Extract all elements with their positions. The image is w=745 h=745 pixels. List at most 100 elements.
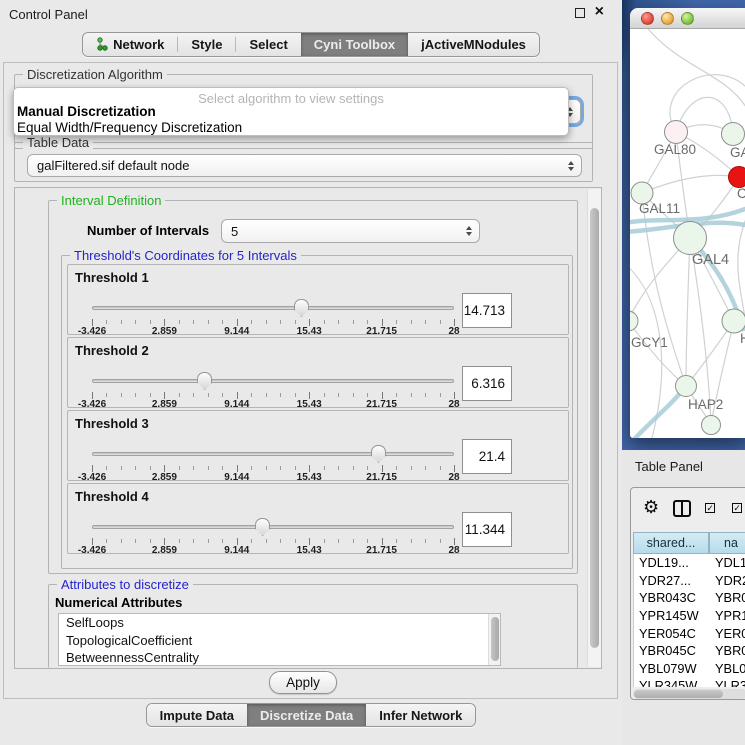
- slider-scale-labels: -3.4262.8599.14415.4321.71528: [92, 399, 454, 410]
- panel-title: Control Panel: [9, 7, 88, 22]
- vertical-scrollbar-thumb[interactable]: [590, 208, 599, 648]
- threshold-2-slider[interactable]: -3.4262.8599.14415.4321.71528: [92, 370, 454, 406]
- table-row[interactable]: YBL079WYBL0: [634, 660, 745, 678]
- desktop-background: GAL80 GA C GAL11 GAL4 GCY1 H HAP2 Table …: [622, 0, 745, 745]
- table-data-combo-value: galFiltered.sif default node: [37, 158, 189, 173]
- network-window-titlebar[interactable]: [630, 8, 745, 29]
- float-window-icon[interactable]: [575, 8, 585, 18]
- option-manual-discretization[interactable]: Manual Discretization: [17, 104, 156, 119]
- slider-thumb[interactable]: [371, 445, 386, 463]
- slider-scale-labels: -3.4262.8599.14415.4321.71528: [92, 472, 454, 483]
- node-gal80[interactable]: [665, 121, 688, 144]
- threshold-2-value[interactable]: 6.316: [462, 366, 512, 401]
- list-item-selfloops[interactable]: SelfLoops: [59, 614, 500, 632]
- table-data-title: Table Data: [23, 135, 93, 150]
- slider-track[interactable]: [92, 379, 454, 383]
- table-row[interactable]: YDL19...YDL1: [634, 554, 745, 572]
- node-selected-red[interactable]: [729, 167, 745, 188]
- threshold-2-block: Threshold 2 -3.4262.8599.14415.4321.7152…: [67, 337, 569, 408]
- column-split-icon[interactable]: [673, 500, 691, 517]
- table-row[interactable]: YER054CYER0: [634, 624, 745, 642]
- close-icon[interactable]: ×: [595, 7, 604, 17]
- tab-network[interactable]: Network: [83, 33, 177, 56]
- interval-definition-title: Interval Definition: [57, 193, 165, 208]
- tab-infer-network[interactable]: Infer Network: [366, 704, 475, 726]
- threshold-2-label: Threshold 2: [75, 343, 149, 358]
- gear-icon[interactable]: ⚙: [643, 499, 659, 517]
- tab-style[interactable]: Style: [178, 33, 235, 56]
- tab-discretize-data[interactable]: Discretize Data: [247, 704, 366, 726]
- table-row[interactable]: YBR045CYBR0: [634, 642, 745, 660]
- network-view-window: GAL80 GA C GAL11 GAL4 GCY1 H HAP2: [630, 8, 745, 438]
- threshold-1-value[interactable]: 14.713: [462, 293, 512, 328]
- column-header-shared-name[interactable]: shared...: [633, 532, 709, 554]
- node-bottom[interactable]: [702, 416, 721, 435]
- table-row[interactable]: YPR145WYPR1: [634, 607, 745, 625]
- node-gcy1[interactable]: [630, 311, 638, 331]
- threshold-3-label: Threshold 3: [75, 416, 149, 431]
- node-label: GAL11: [639, 201, 680, 216]
- slider-track[interactable]: [92, 525, 454, 529]
- checkbox-icon[interactable]: ✓: [732, 503, 742, 513]
- threshold-1-block: Threshold 1 -3.4262.8599.14415.4321.7152…: [67, 264, 569, 335]
- tab-cyni-toolbox[interactable]: Cyni Toolbox: [301, 33, 408, 56]
- attributes-group: Attributes to discretize Numerical Attri…: [48, 584, 578, 668]
- numerical-attributes-label: Numerical Attributes: [55, 595, 182, 610]
- threshold-4-slider[interactable]: -3.4262.8599.14415.4321.71528: [92, 516, 454, 552]
- slider-thumb[interactable]: [294, 299, 309, 317]
- node-gal4[interactable]: [674, 222, 707, 255]
- combo-stepper-icon: [466, 226, 472, 236]
- slider-scale-labels: -3.4262.8599.14415.4321.71528: [92, 545, 454, 556]
- zoom-traffic-light-icon[interactable]: [681, 12, 694, 25]
- tab-select[interactable]: Select: [236, 33, 300, 56]
- top-tab-bar: Network Style Select Cyni Toolbox jActiv…: [0, 32, 622, 57]
- minimize-traffic-light-icon[interactable]: [661, 12, 674, 25]
- column-header-name[interactable]: na: [709, 532, 745, 554]
- close-traffic-light-icon[interactable]: [641, 12, 654, 25]
- control-panel-titlebar: Control Panel ×: [0, 0, 622, 28]
- checkbox-icon[interactable]: ✓: [705, 503, 715, 513]
- slider-thumb[interactable]: [255, 518, 270, 536]
- node-hap2[interactable]: [676, 376, 697, 397]
- num-intervals-combo[interactable]: 5: [221, 219, 480, 243]
- table-row[interactable]: YBR043CYBR0: [634, 589, 745, 607]
- node-label: GA: [730, 145, 745, 160]
- threshold-4-block: Threshold 4 -3.4262.8599.14415.4321.7152…: [67, 483, 569, 554]
- thresholds-group-title: Threshold's Coordinates for 5 Intervals: [70, 248, 301, 263]
- slider-scale-labels: -3.4262.8599.14415.4321.71528: [92, 326, 454, 337]
- table-data-combo[interactable]: galFiltered.sif default node: [27, 154, 582, 177]
- list-scrollbar-thumb[interactable]: [491, 617, 499, 661]
- threshold-1-slider[interactable]: -3.4262.8599.14415.4321.71528: [92, 297, 454, 333]
- table-row[interactable]: YDR27...YDR2: [634, 572, 745, 590]
- threshold-1-label: Threshold 1: [75, 270, 149, 285]
- combo-stepper-icon: [568, 161, 574, 171]
- horizontal-scrollbar[interactable]: [633, 689, 745, 699]
- interval-definition-group: Interval Definition Number of Intervals …: [48, 200, 578, 574]
- threshold-3-value[interactable]: 21.4: [462, 439, 512, 474]
- tab-jactivemnodules[interactable]: jActiveMNodules: [408, 33, 539, 56]
- node-ga[interactable]: [722, 123, 745, 146]
- node-h[interactable]: [722, 309, 745, 333]
- control-panel: Control Panel × Network Style Select: [0, 0, 622, 745]
- attributes-group-title: Attributes to discretize: [57, 577, 193, 592]
- list-item-betweennesscentrality[interactable]: BetweennessCentrality: [59, 649, 500, 666]
- threshold-4-value[interactable]: 11.344: [462, 512, 512, 547]
- slider-thumb[interactable]: [197, 372, 212, 390]
- settings-scroll-panel: Interval Definition Number of Intervals …: [14, 187, 602, 669]
- table-panel-title: Table Panel: [635, 459, 703, 474]
- node-label: GAL4: [692, 252, 729, 268]
- threshold-3-slider[interactable]: -3.4262.8599.14415.4321.71528: [92, 443, 454, 479]
- tab-impute-data[interactable]: Impute Data: [147, 704, 247, 726]
- node-label: H: [740, 331, 745, 346]
- slider-track[interactable]: [92, 452, 454, 456]
- vertical-scrollbar[interactable]: [587, 189, 601, 667]
- horizontal-scrollbar-thumb[interactable]: [634, 690, 723, 698]
- list-item-topologicalcoefficient[interactable]: TopologicalCoefficient: [59, 632, 500, 650]
- list-scrollbar[interactable]: [488, 614, 500, 665]
- slider-track[interactable]: [92, 306, 454, 310]
- network-canvas[interactable]: GAL80 GA C GAL11 GAL4 GCY1 H HAP2: [630, 29, 745, 438]
- table-row[interactable]: YLR345WYLR3: [634, 677, 745, 687]
- table-panel: Table Panel ⚙ ✓ ✓ shared... na YDL19...Y…: [622, 450, 745, 745]
- apply-button[interactable]: Apply: [269, 671, 337, 694]
- option-equal-width-frequency[interactable]: Equal Width/Frequency Discretization: [17, 120, 242, 135]
